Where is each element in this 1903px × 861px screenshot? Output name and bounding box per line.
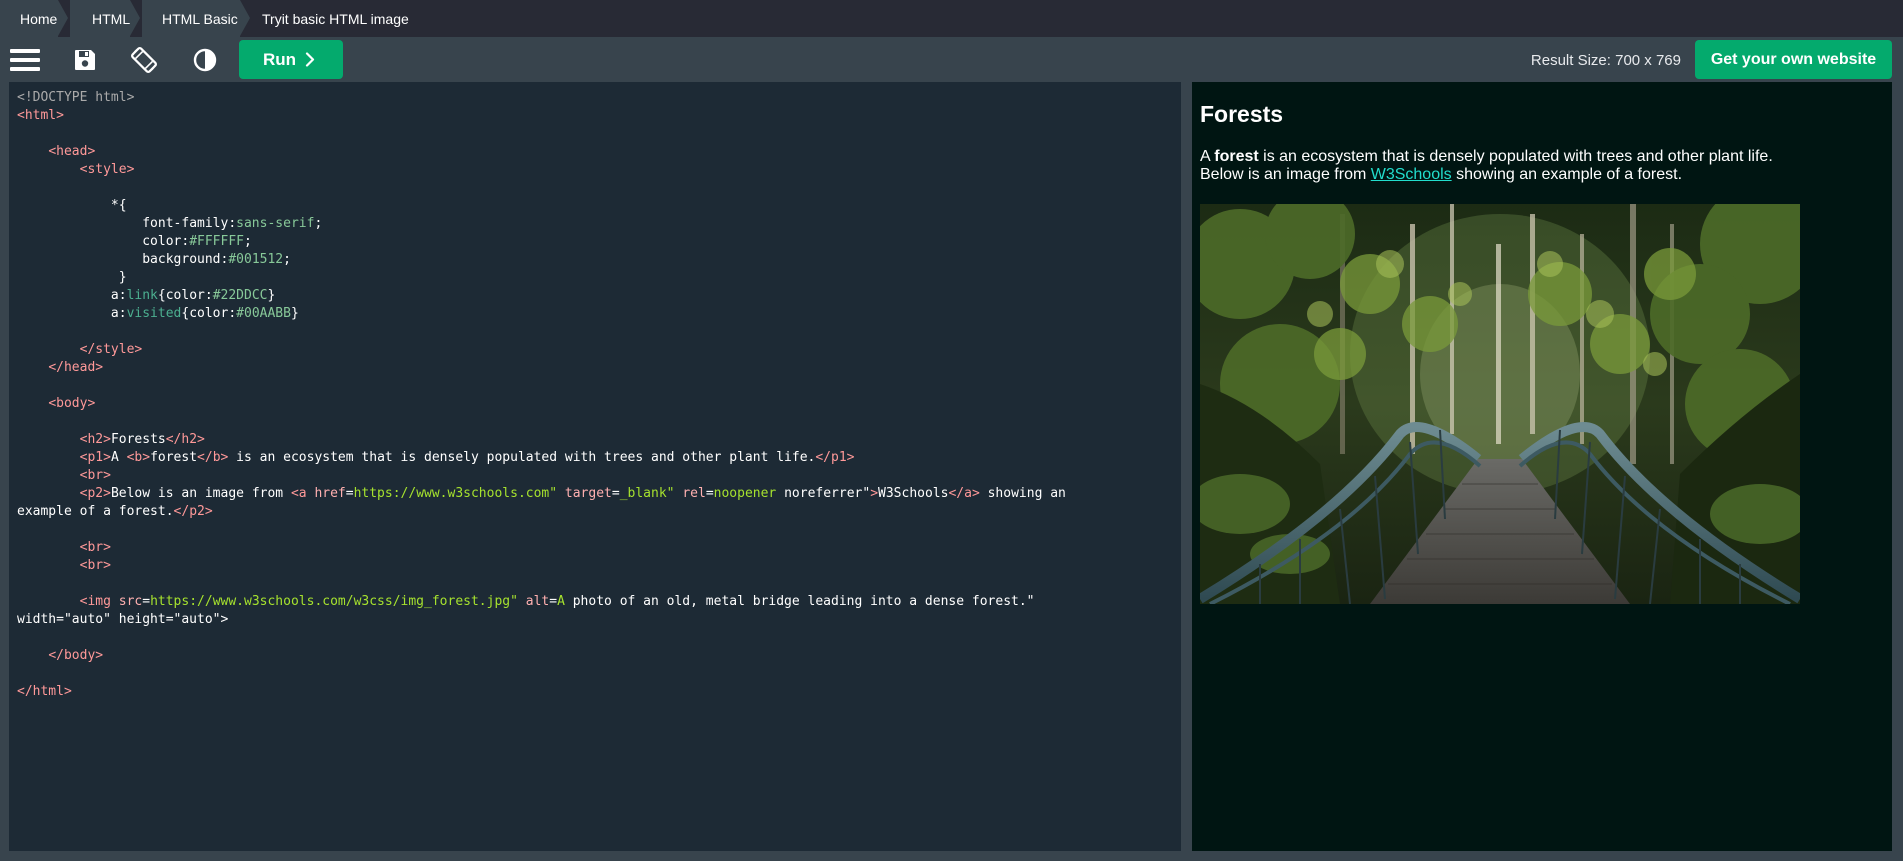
breadcrumb-html[interactable]: HTML: [70, 0, 142, 37]
code-line[interactable]: [17, 521, 1177, 539]
code-line[interactable]: *{: [17, 197, 1177, 215]
code-line[interactable]: </body>: [17, 647, 1177, 665]
code-line[interactable]: </style>: [17, 341, 1177, 359]
p1-suffix: is an ecosystem that is densely populate…: [1258, 148, 1773, 165]
p2-prefix: Below is an image from: [1200, 166, 1371, 183]
breadcrumb-home[interactable]: Home: [0, 0, 70, 37]
code-line[interactable]: <head>: [17, 143, 1177, 161]
breadcrumb-html-label: HTML: [92, 11, 131, 27]
result-size: Result Size: 700 x 769: [1530, 52, 1681, 69]
code-line[interactable]: [17, 665, 1177, 683]
code-line[interactable]: <!DOCTYPE html>: [17, 89, 1177, 107]
rotate-icon[interactable]: [122, 37, 166, 82]
p2-suffix: showing an example of a forest.: [1451, 166, 1683, 183]
toolbar: Run Result Size: 700 x 769 Get your own …: [0, 37, 1903, 82]
code-line[interactable]: [17, 323, 1177, 341]
code-line[interactable]: [17, 179, 1177, 197]
code-line[interactable]: [17, 575, 1177, 593]
code-line[interactable]: example of a forest.</p2>: [17, 503, 1177, 521]
code-line[interactable]: <html>: [17, 107, 1177, 125]
result-paragraph-2: Below is an image from W3Schools showing…: [1200, 166, 1682, 184]
code-line[interactable]: [17, 413, 1177, 431]
code-line[interactable]: <body>: [17, 395, 1177, 413]
code-line[interactable]: a:link{color:#22DDCC}: [17, 287, 1177, 305]
result-paragraph-1: A forest is an ecosystem that is densely…: [1200, 148, 1773, 166]
breadcrumb: Home HTML HTML Basic Tryit basic HTML im…: [0, 0, 1903, 37]
run-button[interactable]: Run: [239, 40, 343, 79]
code-line[interactable]: <h2>Forests</h2>: [17, 431, 1177, 449]
breadcrumb-html-basic-label: HTML Basic: [162, 11, 238, 27]
w3schools-link[interactable]: W3Schools: [1371, 166, 1452, 183]
p1-bold: forest: [1214, 148, 1259, 165]
code-line[interactable]: <p2>Below is an image from <a href=https…: [17, 485, 1177, 503]
code-line[interactable]: [17, 125, 1177, 143]
code-line[interactable]: </head>: [17, 359, 1177, 377]
contrast-icon[interactable]: [183, 37, 227, 82]
code-line[interactable]: width="auto" height="auto">: [17, 611, 1177, 629]
code-line[interactable]: <img src=https://www.w3schools.com/w3css…: [17, 593, 1177, 611]
code-line[interactable]: <style>: [17, 161, 1177, 179]
code-line[interactable]: a:visited{color:#00AABB}: [17, 305, 1177, 323]
get-your-own-website-button[interactable]: Get your own website: [1695, 40, 1892, 79]
result-pane: Forests A forest is an ecosystem that is…: [1192, 82, 1892, 851]
forest-image: [1200, 204, 1800, 604]
code-line[interactable]: <br>: [17, 557, 1177, 575]
breadcrumb-html-basic[interactable]: HTML Basic: [142, 0, 252, 37]
breadcrumb-current-label: Tryit basic HTML image: [262, 11, 409, 27]
code-content[interactable]: <!DOCTYPE html> <html> <head> <style> *{ …: [17, 89, 1177, 701]
code-line[interactable]: [17, 377, 1177, 395]
breadcrumb-home-label: Home: [20, 11, 58, 27]
code-line[interactable]: <p1>A <b>forest</b> is an ecosystem that…: [17, 449, 1177, 467]
breadcrumb-current: Tryit basic HTML image: [262, 0, 409, 37]
menu-icon[interactable]: [3, 37, 47, 82]
p1-prefix: A: [1200, 148, 1215, 165]
code-line[interactable]: [17, 629, 1177, 647]
code-line[interactable]: <br>: [17, 539, 1177, 557]
pane-splitter[interactable]: [1181, 82, 1192, 851]
code-line[interactable]: }: [17, 269, 1177, 287]
code-line[interactable]: font-family:sans-serif;: [17, 215, 1177, 233]
code-line[interactable]: </html>: [17, 683, 1177, 701]
chevron-right-icon: [305, 52, 315, 67]
save-icon[interactable]: [63, 37, 107, 82]
code-line[interactable]: background:#001512;: [17, 251, 1177, 269]
code-editor[interactable]: <!DOCTYPE html> <html> <head> <style> *{ …: [9, 82, 1181, 851]
code-line[interactable]: color:#FFFFFF;: [17, 233, 1177, 251]
run-button-label: Run: [263, 50, 297, 69]
result-heading: Forests: [1200, 101, 1284, 127]
code-line[interactable]: <br>: [17, 467, 1177, 485]
